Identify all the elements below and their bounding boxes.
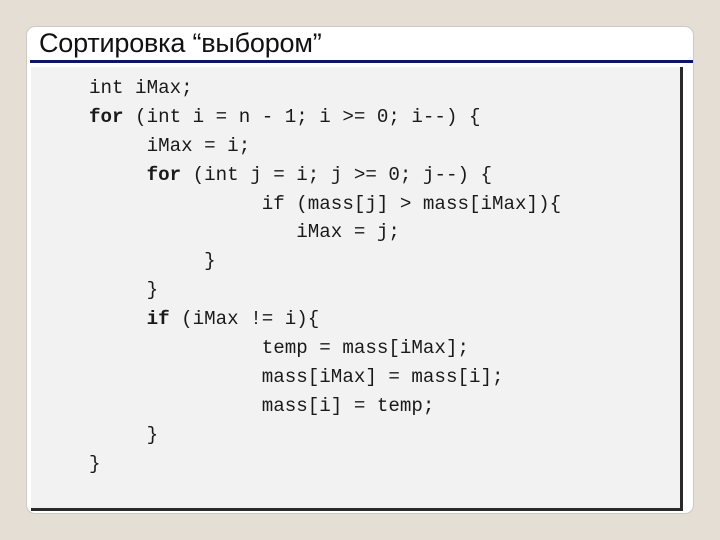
code-line: } (146, 423, 159, 446)
title-underline (30, 60, 693, 63)
slide: Сортировка “выбором” int iMax; for (int i… (26, 26, 694, 514)
code-panel: int iMax; for (int i = n - 1; i >= 0; i--… (31, 67, 683, 511)
code-line: temp = mass[iMax]; (261, 337, 469, 360)
code-block: int iMax; for (int i = n - 1; i >= 0; i--… (89, 74, 561, 478)
keyword-for: for (89, 105, 124, 128)
code-line: mass[iMax] = mass[i]; (261, 365, 504, 388)
code-line: mass[i] = temp; (261, 394, 435, 417)
keyword-if: if (146, 308, 170, 331)
keyword-for: for (146, 163, 182, 186)
code-line: } (204, 250, 216, 273)
slide-title: Сортировка “выбором” (39, 28, 322, 58)
code-line: } (146, 279, 159, 302)
code-line: iMax = j; (296, 221, 400, 244)
code-line: for (int j = i; j >= 0; j--) { (146, 163, 493, 186)
code-line: if (iMax != i){ (146, 308, 320, 331)
code-line: int iMax; (89, 77, 193, 99)
code-line: iMax = i; (146, 134, 251, 157)
code-line: for (int i = n - 1; i >= 0; i--) { (89, 105, 481, 128)
code-line: } (89, 452, 101, 475)
code-line: if (mass[j] > mass[iMax]){ (261, 192, 562, 215)
